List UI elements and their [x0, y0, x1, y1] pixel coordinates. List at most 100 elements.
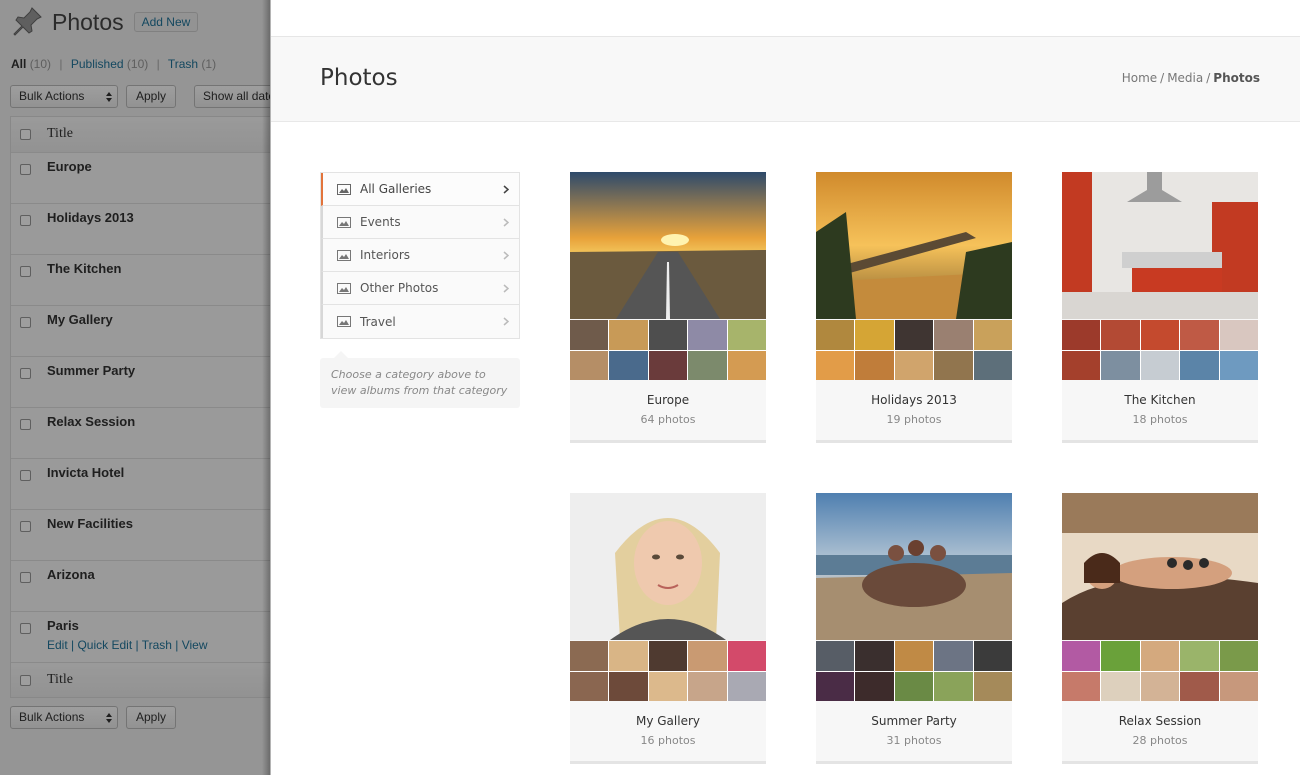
thumbnail[interactable]: [727, 350, 766, 380]
row-title[interactable]: New Facilities: [47, 516, 133, 531]
thumbnail[interactable]: [855, 641, 894, 671]
thumbnail[interactable]: [1180, 671, 1219, 701]
thumbnail[interactable]: [609, 671, 648, 701]
row-title[interactable]: The Kitchen: [47, 261, 121, 276]
select-all-checkbox[interactable]: [20, 129, 31, 140]
thumbnail[interactable]: [648, 641, 688, 671]
category-interiors[interactable]: Interiors: [321, 239, 519, 272]
album-title[interactable]: Europe: [570, 393, 766, 407]
album-title[interactable]: Summer Party: [816, 714, 1012, 728]
row-title[interactable]: Holidays 2013: [47, 210, 134, 225]
thumbnail[interactable]: [1140, 350, 1180, 380]
thumbnail[interactable]: [1180, 350, 1219, 380]
thumbnail[interactable]: [727, 671, 766, 701]
category-other-photos[interactable]: Other Photos: [321, 272, 519, 305]
row-checkbox[interactable]: [20, 215, 31, 226]
thumbnail[interactable]: [727, 320, 766, 350]
album-card-my-gallery[interactable]: My Gallery 16 photos: [570, 493, 766, 764]
thumbnail[interactable]: [648, 350, 688, 380]
album-title[interactable]: My Gallery: [570, 714, 766, 728]
row-checkbox[interactable]: [20, 470, 31, 481]
thumbnail[interactable]: [648, 320, 688, 350]
thumbnail[interactable]: [934, 350, 973, 380]
thumbnail[interactable]: [855, 320, 894, 350]
album-card-europe[interactable]: Europe 64 photos: [570, 172, 766, 443]
category-all-galleries[interactable]: All Galleries: [321, 173, 519, 206]
album-cover-image[interactable]: [570, 493, 766, 640]
apply-button-bottom[interactable]: Apply: [126, 705, 177, 729]
row-checkbox[interactable]: [20, 164, 31, 175]
thumbnail[interactable]: [727, 641, 766, 671]
thumbnail[interactable]: [1219, 671, 1258, 701]
select-all-checkbox-footer[interactable]: [20, 675, 31, 686]
thumbnail[interactable]: [1219, 350, 1258, 380]
row-checkbox[interactable]: [20, 521, 31, 532]
row-checkbox[interactable]: [20, 368, 31, 379]
thumbnail[interactable]: [1140, 671, 1180, 701]
thumbnail[interactable]: [570, 671, 609, 701]
thumbnail[interactable]: [1219, 320, 1258, 350]
album-card-summer-party[interactable]: Summer Party 31 photos: [816, 493, 1012, 764]
thumbnail[interactable]: [1180, 320, 1219, 350]
thumbnail[interactable]: [688, 320, 727, 350]
thumbnail[interactable]: [609, 350, 648, 380]
row-title[interactable]: Invicta Hotel: [47, 465, 124, 480]
row-checkbox[interactable]: [20, 572, 31, 583]
apply-button[interactable]: Apply: [126, 84, 177, 108]
thumbnail[interactable]: [570, 320, 609, 350]
thumbnail[interactable]: [1140, 320, 1180, 350]
album-cover-image[interactable]: [1062, 493, 1258, 640]
thumbnail[interactable]: [894, 671, 934, 701]
thumbnail[interactable]: [894, 320, 934, 350]
row-actions[interactable]: Edit | Quick Edit | Trash | View: [47, 638, 208, 652]
row-checkbox[interactable]: [20, 623, 31, 634]
thumbnail[interactable]: [1062, 350, 1101, 380]
thumbnail[interactable]: [1101, 320, 1140, 350]
row-checkbox[interactable]: [20, 317, 31, 328]
thumbnail[interactable]: [894, 641, 934, 671]
filter-trash[interactable]: Trash: [168, 57, 198, 71]
row-title[interactable]: Europe: [47, 159, 92, 174]
thumbnail[interactable]: [688, 641, 727, 671]
row-title[interactable]: Paris: [47, 618, 79, 633]
thumbnail[interactable]: [816, 671, 855, 701]
category-travel[interactable]: Travel: [321, 305, 519, 338]
thumbnail[interactable]: [609, 641, 648, 671]
album-cover-image[interactable]: [1062, 172, 1258, 319]
album-cover-image[interactable]: [570, 172, 766, 319]
album-cover-image[interactable]: [816, 493, 1012, 640]
row-checkbox[interactable]: [20, 266, 31, 277]
album-card-holidays-2013[interactable]: Holidays 2013 19 photos: [816, 172, 1012, 443]
category-events[interactable]: Events: [321, 206, 519, 239]
thumbnail[interactable]: [1101, 641, 1140, 671]
thumbnail[interactable]: [855, 671, 894, 701]
thumbnail[interactable]: [855, 350, 894, 380]
thumbnail[interactable]: [1180, 641, 1219, 671]
row-title[interactable]: Relax Session: [47, 414, 135, 429]
breadcrumb-media[interactable]: Media: [1167, 71, 1203, 85]
album-card-relax-session[interactable]: Relax Session 28 photos: [1062, 493, 1258, 764]
date-filter-select[interactable]: Show all dates: [194, 84, 270, 108]
thumbnail[interactable]: [1140, 641, 1180, 671]
thumbnail[interactable]: [688, 671, 727, 701]
bulk-actions-select-bottom[interactable]: Bulk Actions: [10, 705, 118, 729]
column-title[interactable]: Title: [47, 126, 73, 142]
album-cover-image[interactable]: [816, 172, 1012, 319]
thumbnail[interactable]: [648, 671, 688, 701]
thumbnail[interactable]: [816, 350, 855, 380]
row-checkbox[interactable]: [20, 419, 31, 430]
thumbnail[interactable]: [570, 350, 609, 380]
thumbnail[interactable]: [1062, 671, 1101, 701]
add-new-button[interactable]: Add New: [133, 12, 199, 32]
breadcrumb-home[interactable]: Home: [1122, 71, 1157, 85]
thumbnail[interactable]: [973, 320, 1012, 350]
thumbnail[interactable]: [934, 641, 973, 671]
thumbnail[interactable]: [973, 350, 1012, 380]
thumbnail[interactable]: [1062, 641, 1101, 671]
thumbnail[interactable]: [688, 350, 727, 380]
row-title[interactable]: Summer Party: [47, 363, 135, 378]
thumbnail[interactable]: [816, 320, 855, 350]
thumbnail[interactable]: [1219, 641, 1258, 671]
thumbnail[interactable]: [1101, 671, 1140, 701]
row-title[interactable]: Arizona: [47, 567, 95, 582]
